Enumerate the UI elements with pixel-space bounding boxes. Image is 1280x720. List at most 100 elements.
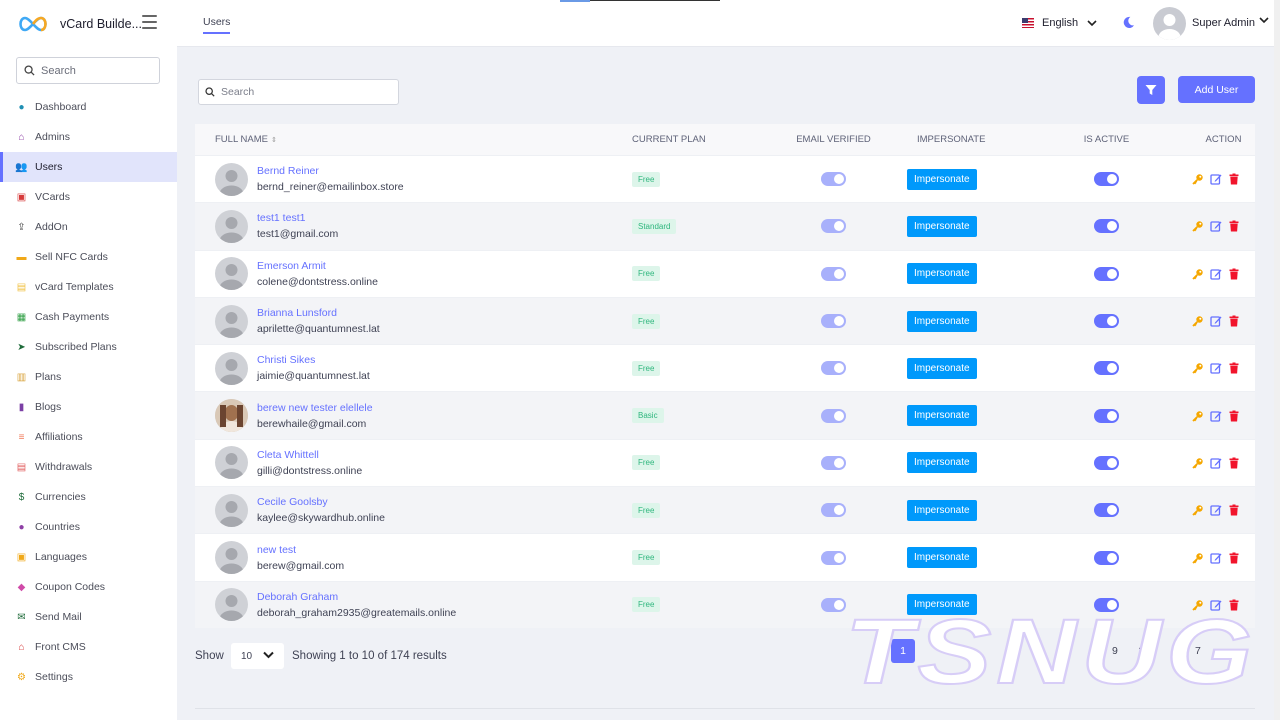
impersonate-button[interactable]: Impersonate bbox=[907, 452, 977, 474]
is-active-toggle[interactable] bbox=[1094, 503, 1119, 518]
sidebar-item-affiliations[interactable]: ≡ Affiliations bbox=[0, 422, 177, 452]
edit-icon[interactable] bbox=[1210, 457, 1222, 469]
user-name-link[interactable]: Christi Sikes bbox=[257, 354, 370, 366]
email-verified-toggle[interactable] bbox=[821, 550, 846, 565]
key-icon[interactable] bbox=[1192, 173, 1204, 185]
filter-button[interactable] bbox=[1137, 76, 1165, 104]
column-full-name[interactable]: FULL NAME ⇕ bbox=[195, 134, 610, 145]
edit-icon[interactable] bbox=[1210, 268, 1222, 280]
user-name[interactable]: Super Admin bbox=[1192, 17, 1255, 29]
trash-icon[interactable] bbox=[1228, 362, 1240, 374]
trash-icon[interactable] bbox=[1228, 410, 1240, 422]
trash-icon[interactable] bbox=[1228, 220, 1240, 232]
avatar[interactable] bbox=[215, 446, 248, 480]
avatar[interactable] bbox=[215, 541, 248, 575]
sidebar-item-plans[interactable]: ▥ Plans bbox=[0, 362, 177, 392]
sidebar-item-users[interactable]: 👥 Users bbox=[0, 152, 177, 182]
trash-icon[interactable] bbox=[1228, 315, 1240, 327]
edit-icon[interactable] bbox=[1210, 599, 1222, 611]
edit-icon[interactable] bbox=[1210, 410, 1222, 422]
avatar[interactable] bbox=[215, 162, 248, 196]
sidebar-item-withdrawals[interactable]: ▤ Withdrawals bbox=[0, 452, 177, 482]
edit-icon[interactable] bbox=[1210, 552, 1222, 564]
trash-icon[interactable] bbox=[1228, 552, 1240, 564]
key-icon[interactable] bbox=[1192, 315, 1204, 327]
sidebar-item-sell-nfc-cards[interactable]: ▬ Sell NFC Cards bbox=[0, 242, 177, 272]
sidebar-item-settings[interactable]: ⚙ Settings bbox=[0, 662, 177, 692]
search-input[interactable] bbox=[221, 86, 391, 98]
is-active-toggle[interactable] bbox=[1094, 550, 1119, 565]
is-active-toggle[interactable] bbox=[1094, 219, 1119, 234]
avatar[interactable] bbox=[215, 588, 248, 622]
user-name-link[interactable]: Cecile Goolsby bbox=[257, 496, 385, 508]
key-icon[interactable] bbox=[1192, 268, 1204, 280]
edit-icon[interactable] bbox=[1210, 173, 1222, 185]
add-user-button[interactable]: Add User bbox=[1178, 76, 1255, 103]
avatar[interactable] bbox=[215, 351, 248, 385]
sidebar-item-languages[interactable]: ▣ Languages bbox=[0, 542, 177, 572]
user-name-link[interactable]: berew new tester elellele bbox=[257, 402, 373, 414]
edit-icon[interactable] bbox=[1210, 315, 1222, 327]
user-name-link[interactable]: Deborah Graham bbox=[257, 591, 456, 603]
user-name-link[interactable]: Cleta Whittell bbox=[257, 449, 362, 461]
dark-mode-icon[interactable] bbox=[1122, 16, 1135, 29]
key-icon[interactable] bbox=[1192, 362, 1204, 374]
key-icon[interactable] bbox=[1192, 410, 1204, 422]
user-name-link[interactable]: Bernd Reiner bbox=[257, 165, 404, 177]
chevron-down-icon[interactable] bbox=[1259, 17, 1269, 24]
trash-icon[interactable] bbox=[1228, 457, 1240, 469]
email-verified-toggle[interactable] bbox=[821, 408, 846, 423]
user-name-link[interactable]: Brianna Lunsford bbox=[257, 307, 380, 319]
sidebar-item-send-mail[interactable]: ✉ Send Mail bbox=[0, 602, 177, 632]
is-active-toggle[interactable] bbox=[1094, 361, 1119, 376]
key-icon[interactable] bbox=[1192, 599, 1204, 611]
email-verified-toggle[interactable] bbox=[821, 361, 846, 376]
trash-icon[interactable] bbox=[1228, 599, 1240, 611]
sidebar-item-vcard-templates[interactable]: ▤ vCard Templates bbox=[0, 272, 177, 302]
scrollbar[interactable] bbox=[1274, 0, 1280, 720]
sidebar-item-admins[interactable]: ⌂ Admins bbox=[0, 122, 177, 152]
sidebar-item-addon[interactable]: ⇪ AddOn bbox=[0, 212, 177, 242]
avatar[interactable] bbox=[215, 257, 248, 291]
edit-icon[interactable] bbox=[1210, 504, 1222, 516]
key-icon[interactable] bbox=[1192, 552, 1204, 564]
impersonate-button[interactable]: Impersonate bbox=[907, 405, 977, 427]
sidebar-item-countries[interactable]: ● Countries bbox=[0, 512, 177, 542]
email-verified-toggle[interactable] bbox=[821, 266, 846, 281]
key-icon[interactable] bbox=[1192, 504, 1204, 516]
impersonate-button[interactable]: Impersonate bbox=[907, 357, 977, 379]
trash-icon[interactable] bbox=[1228, 173, 1240, 185]
key-icon[interactable] bbox=[1192, 220, 1204, 233]
sidebar-item-vcards[interactable]: ▣ VCards bbox=[0, 182, 177, 212]
sidebar-item-dashboard[interactable]: ● Dashboard bbox=[0, 92, 177, 122]
key-icon[interactable] bbox=[1192, 457, 1204, 469]
avatar[interactable] bbox=[215, 209, 248, 243]
user-name-link[interactable]: new test bbox=[257, 544, 344, 556]
impersonate-button[interactable]: Impersonate bbox=[907, 263, 977, 285]
email-verified-toggle[interactable] bbox=[821, 597, 846, 612]
sidebar-item-subscribed-plans[interactable]: ➤ Subscribed Plans bbox=[0, 332, 177, 362]
is-active-toggle[interactable] bbox=[1094, 455, 1119, 470]
user-name-link[interactable]: Emerson Armit bbox=[257, 260, 378, 272]
trash-icon[interactable] bbox=[1228, 268, 1240, 280]
email-verified-toggle[interactable] bbox=[821, 503, 846, 518]
impersonate-button[interactable]: Impersonate bbox=[907, 168, 977, 190]
edit-icon[interactable] bbox=[1210, 220, 1222, 233]
email-verified-toggle[interactable] bbox=[821, 455, 846, 470]
sidebar-item-blogs[interactable]: ▮ Blogs bbox=[0, 392, 177, 422]
tab-users[interactable]: Users bbox=[203, 16, 231, 34]
per-page-select[interactable]: 10 bbox=[231, 643, 284, 669]
is-active-toggle[interactable] bbox=[1094, 408, 1119, 423]
edit-icon[interactable] bbox=[1210, 362, 1222, 374]
is-active-toggle[interactable] bbox=[1094, 266, 1119, 281]
avatar[interactable] bbox=[215, 399, 248, 433]
is-active-toggle[interactable] bbox=[1094, 172, 1119, 187]
email-verified-toggle[interactable] bbox=[821, 219, 846, 234]
impersonate-button[interactable]: Impersonate bbox=[907, 547, 977, 569]
email-verified-toggle[interactable] bbox=[821, 314, 846, 329]
avatar[interactable] bbox=[1153, 7, 1186, 40]
email-verified-toggle[interactable] bbox=[821, 172, 846, 187]
menu-toggle-icon[interactable] bbox=[142, 15, 157, 29]
avatar[interactable] bbox=[215, 304, 248, 338]
sidebar-item-currencies[interactable]: $ Currencies bbox=[0, 482, 177, 512]
